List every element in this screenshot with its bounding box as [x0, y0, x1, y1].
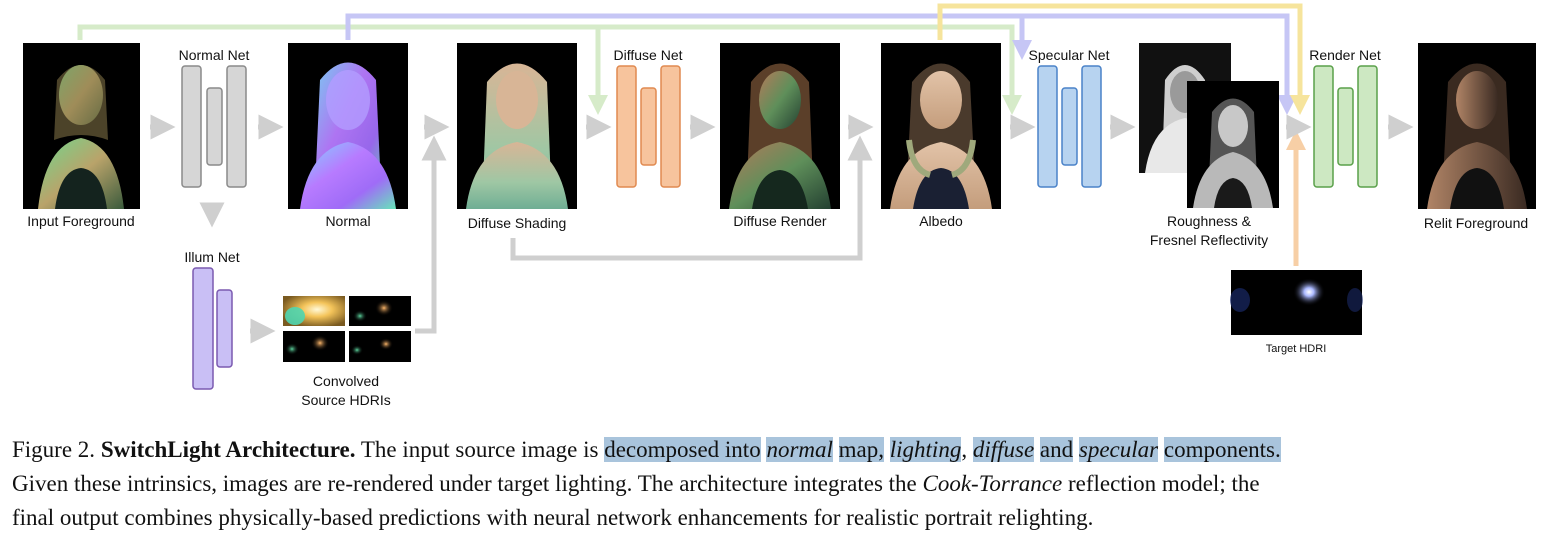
caption-diffuse: diffuse [972, 437, 1035, 462]
caption-highlight-2: map, [838, 437, 885, 462]
caption-line-2: Given these intrinsics, images are re-re… [12, 467, 1544, 501]
specular-net-label: Specular Net [1029, 47, 1110, 63]
convolved-label-line2: Source HDRIs [301, 392, 390, 408]
convolved-source-hdris [283, 296, 411, 362]
normal-net-block [181, 65, 247, 188]
relit-foreground-label: Relit Foreground [1424, 215, 1528, 231]
normal-label: Normal [325, 213, 370, 229]
input-foreground-label: Input Foreground [27, 213, 134, 229]
specular-net-block [1037, 65, 1102, 188]
illum-net-block [192, 267, 233, 390]
caption-figure-number: Figure 2. [12, 437, 96, 462]
diffuse-shading-image [457, 43, 577, 209]
figure: Input Foreground Normal Net Illum Net No… [0, 0, 1555, 542]
normal-net-label: Normal Net [179, 47, 250, 63]
caption-lighting: lighting [889, 437, 962, 462]
caption-cook-torrance: Cook-Torrance [922, 471, 1063, 496]
roughness-label-line1: Roughness & [1167, 213, 1252, 229]
input-foreground-image [23, 43, 140, 209]
diffuse-render-label: Diffuse Render [733, 213, 826, 229]
caption-line2-a: Given these intrinsics, images are re-re… [12, 471, 917, 496]
diffuse-net-label: Diffuse Net [614, 47, 683, 63]
caption-normal: normal [766, 437, 833, 462]
caption-text-1: The input source image is [360, 437, 599, 462]
diffuse-shading-label: Diffuse Shading [468, 215, 567, 231]
render-net-block [1313, 65, 1378, 188]
albedo-label: Albedo [919, 213, 963, 229]
architecture-diagram: Input Foreground Normal Net Illum Net No… [23, 3, 1536, 408]
diffuse-net-block [616, 65, 681, 188]
fresnel-reflectivity-image [1187, 81, 1279, 208]
caption-highlight-4: components. [1163, 437, 1281, 462]
target-hdri-image [1230, 270, 1363, 335]
caption-title: SwitchLight Architecture. [100, 437, 356, 462]
caption-highlight-1: decomposed into [604, 437, 761, 462]
render-net-label: Render Net [1309, 47, 1381, 63]
relit-foreground-image [1418, 43, 1536, 209]
figure-caption: Figure 2. SwitchLight Architecture. The … [12, 433, 1544, 535]
caption-highlight-3: and [1039, 437, 1074, 462]
caption-line-1: Figure 2. SwitchLight Architecture. The … [12, 433, 1544, 467]
albedo-image [881, 43, 1001, 209]
illum-net-label: Illum Net [184, 249, 239, 265]
convolved-label-line1: Convolved [313, 373, 379, 389]
caption-line2-b: reflection model; the [1067, 471, 1260, 496]
caption-line-3: final output combines physically-based p… [12, 505, 1094, 530]
normal-map-image [288, 43, 408, 209]
diffuse-render-image [720, 43, 840, 209]
target-hdri-label: Target HDRI [1266, 343, 1327, 355]
roughness-label-line2: Fresnel Reflectivity [1150, 232, 1268, 248]
caption-comma: , [961, 437, 968, 462]
caption-specular: specular [1078, 437, 1159, 462]
